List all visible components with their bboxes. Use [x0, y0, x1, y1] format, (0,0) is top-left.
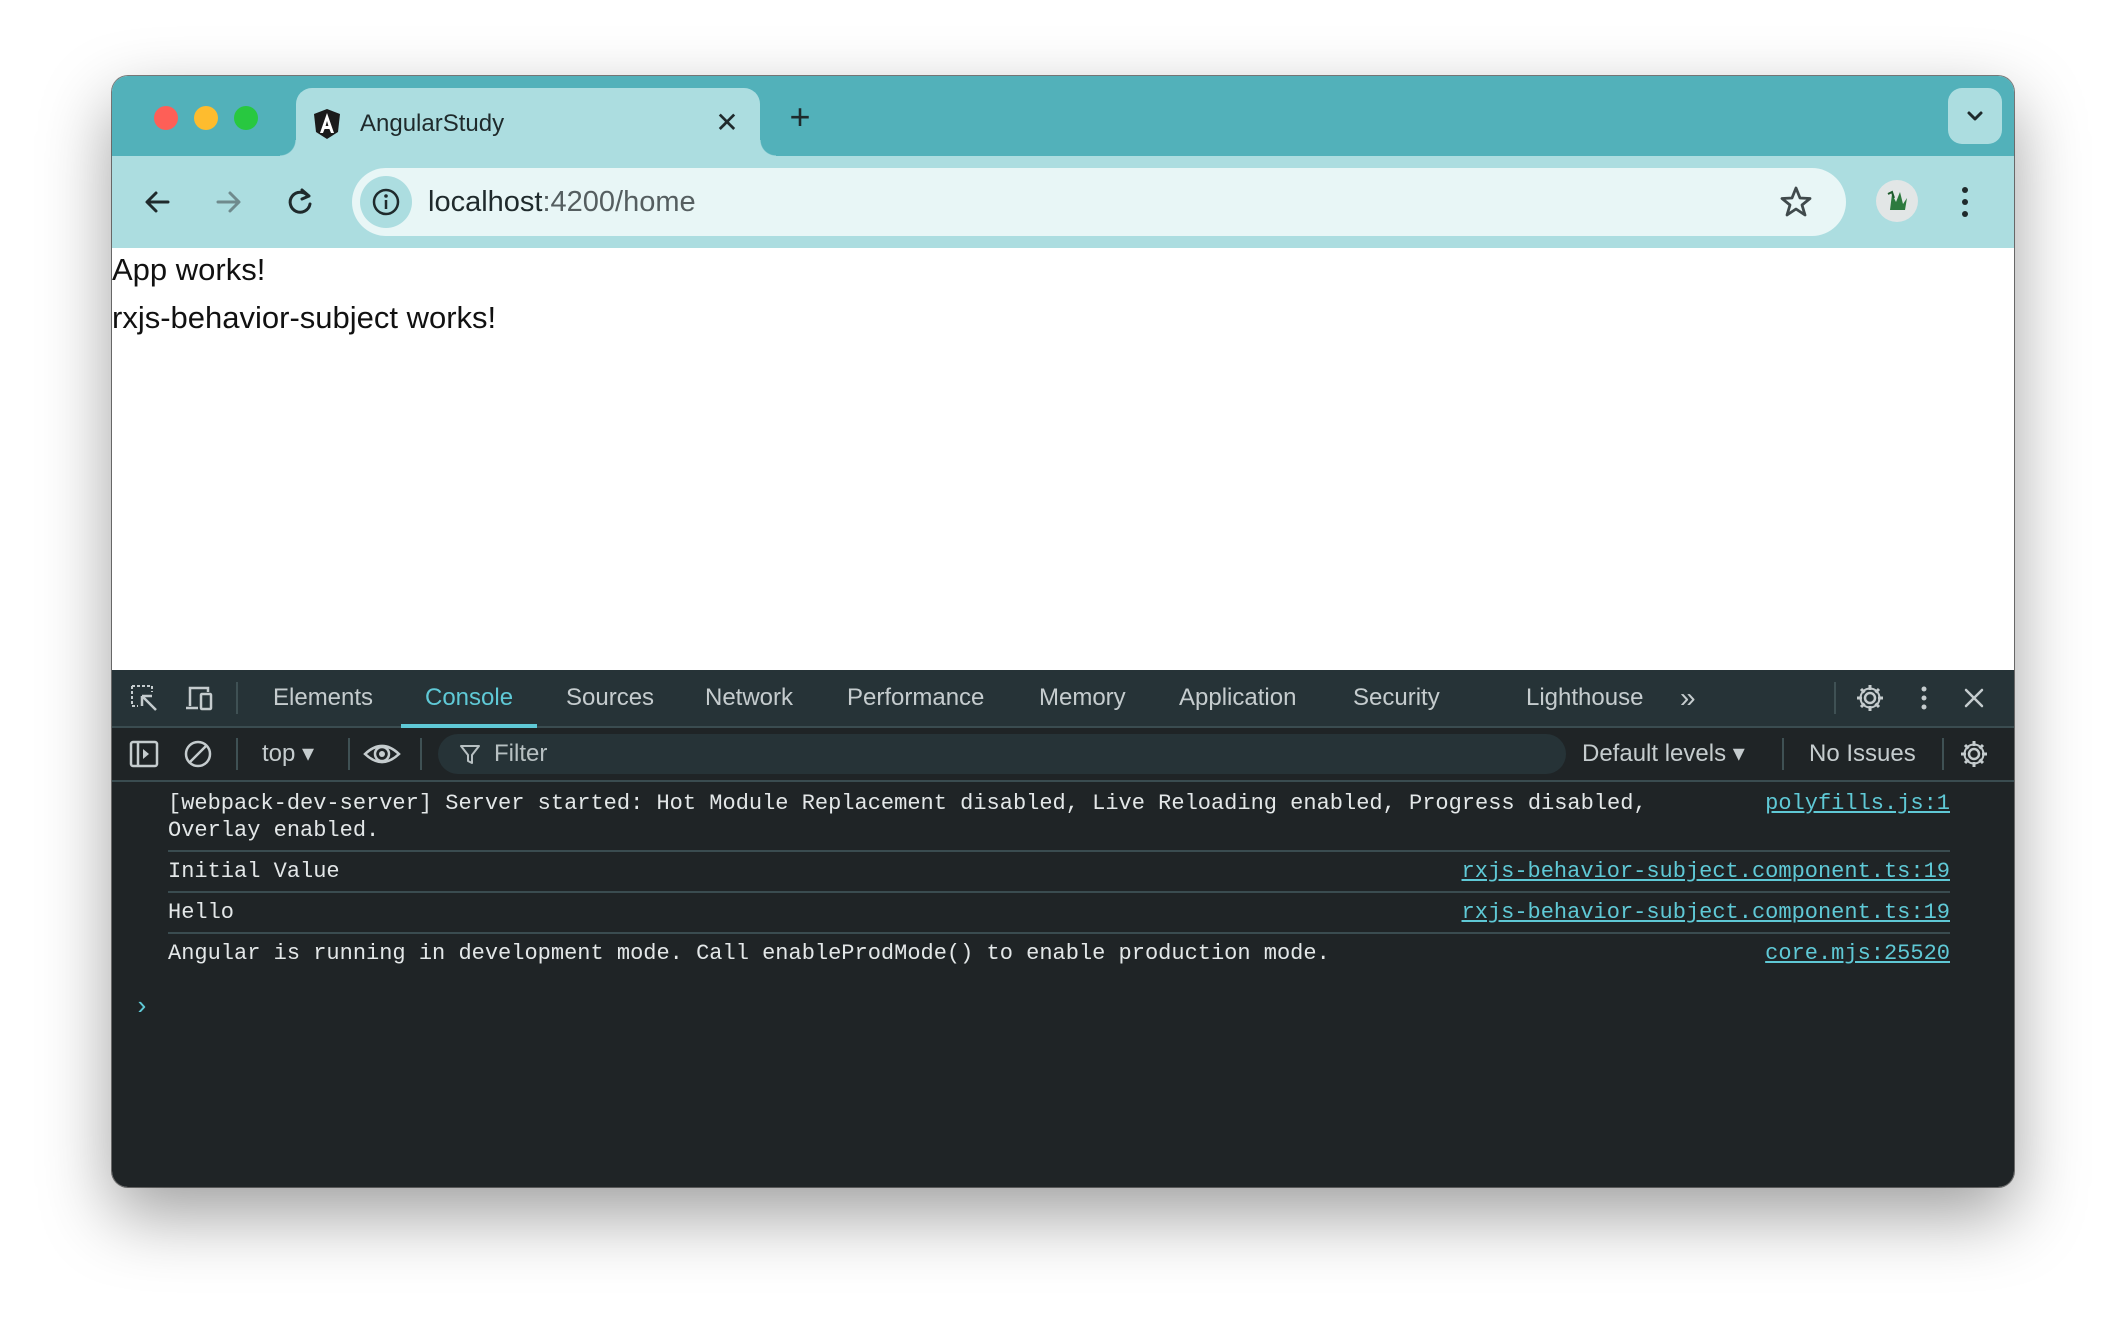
console-message: Hello rxjs-behavior-subject.component.ts… — [168, 893, 1950, 934]
devtools-tab-network[interactable]: Network — [705, 670, 793, 726]
kebab-menu-icon[interactable] — [1950, 180, 1980, 224]
browser-window: AngularStudy ✕ + localhost:4200/home App… — [112, 76, 2014, 1187]
devtools-panel: Elements Console Sources Network Perform… — [112, 670, 2014, 1187]
devtools-tab-bar: Elements Console Sources Network Perform… — [112, 670, 2014, 728]
console-source-link[interactable]: rxjs-behavior-subject.component.ts:19 — [1462, 858, 1950, 885]
inspect-element-icon[interactable] — [128, 682, 160, 714]
browser-tab[interactable]: AngularStudy ✕ — [280, 88, 776, 156]
maximize-window-button[interactable] — [234, 106, 258, 130]
console-message: Angular is running in development mode. … — [168, 934, 1950, 973]
close-devtools-icon[interactable] — [1958, 682, 1990, 714]
device-toolbar-icon[interactable] — [184, 682, 216, 714]
log-levels-dropdown[interactable]: Default levels ▾ — [1582, 728, 1745, 780]
console-message: Initial Value rxjs-behavior-subject.comp… — [168, 852, 1950, 893]
console-toolbar: top ▾ Filter Default levels ▾ No Issues — [112, 728, 2014, 782]
url-text[interactable]: localhost:4200/home — [428, 182, 696, 222]
devtools-tab-application[interactable]: Application — [1179, 670, 1296, 726]
context-selector[interactable]: top ▾ — [262, 728, 314, 780]
angular-logo-icon — [314, 109, 340, 139]
close-tab-icon[interactable]: ✕ — [712, 108, 742, 138]
page-line-app-works: App works! — [112, 252, 266, 287]
console-source-link[interactable]: polyfills.js:1 — [1765, 790, 1950, 817]
divider — [1942, 738, 1944, 770]
avatar-icon — [1887, 190, 1907, 210]
console-log: [webpack-dev-server] Server started: Hot… — [168, 784, 1950, 973]
console-prompt-input[interactable]: › — [134, 992, 150, 1022]
console-message-text: [webpack-dev-server] Server started: Hot… — [168, 791, 1647, 843]
browser-toolbar: localhost:4200/home — [112, 156, 2014, 251]
page-line-rxjs-works: rxjs-behavior-subject works! — [112, 300, 497, 335]
console-source-link[interactable]: rxjs-behavior-subject.component.ts:19 — [1462, 899, 1950, 926]
url-path: :4200/home — [542, 186, 696, 218]
close-window-button[interactable] — [154, 106, 178, 130]
tab-title: AngularStudy — [360, 110, 505, 137]
reload-button[interactable] — [280, 182, 320, 222]
clear-console-icon[interactable] — [182, 738, 214, 770]
filter-icon — [460, 745, 480, 764]
url-host: localhost — [428, 186, 543, 218]
divider — [348, 738, 350, 770]
new-tab-button[interactable]: + — [780, 98, 820, 138]
divider — [236, 682, 238, 714]
console-message: [webpack-dev-server] Server started: Hot… — [168, 784, 1950, 852]
devtools-tab-performance[interactable]: Performance — [847, 670, 984, 726]
forward-button[interactable] — [208, 182, 248, 222]
info-icon — [372, 188, 400, 216]
console-message-text: Angular is running in development mode. … — [168, 941, 1330, 966]
devtools-tab-lighthouse[interactable]: Lighthouse — [1526, 670, 1643, 726]
sidebar-toggle-icon[interactable] — [128, 738, 160, 770]
devtools-more-options-icon[interactable] — [1908, 682, 1940, 714]
devtools-tab-memory[interactable]: Memory — [1039, 670, 1126, 726]
address-bar[interactable]: localhost:4200/home — [352, 168, 1846, 236]
minimize-window-button[interactable] — [194, 106, 218, 130]
more-tabs-button[interactable]: » — [1680, 670, 1696, 726]
tab-strip: AngularStudy ✕ + — [112, 76, 2014, 156]
devtools-tab-console[interactable]: Console — [400, 670, 538, 728]
console-filter-input[interactable]: Filter — [438, 734, 1566, 774]
site-info-button[interactable] — [360, 176, 412, 228]
filter-placeholder: Filter — [494, 740, 548, 767]
devtools-tab-elements[interactable]: Elements — [273, 670, 373, 726]
divider — [1782, 738, 1784, 770]
devtools-tab-security[interactable]: Security — [1353, 670, 1440, 726]
live-expression-eye-icon[interactable] — [362, 738, 402, 770]
divider — [420, 738, 422, 770]
issues-button[interactable]: No Issues — [1809, 728, 1916, 780]
profile-avatar[interactable] — [1876, 180, 1918, 222]
chevron-down-icon — [1967, 111, 1983, 121]
devtools-settings-icon[interactable] — [1854, 682, 1886, 714]
bookmark-star-icon[interactable] — [1776, 182, 1816, 222]
divider — [236, 738, 238, 770]
console-source-link[interactable]: core.mjs:25520 — [1765, 940, 1950, 967]
console-settings-icon[interactable] — [1958, 738, 1990, 770]
devtools-tab-sources[interactable]: Sources — [566, 670, 654, 726]
divider — [1834, 682, 1836, 714]
tab-search-button[interactable] — [1948, 88, 2002, 144]
back-button[interactable] — [138, 182, 178, 222]
